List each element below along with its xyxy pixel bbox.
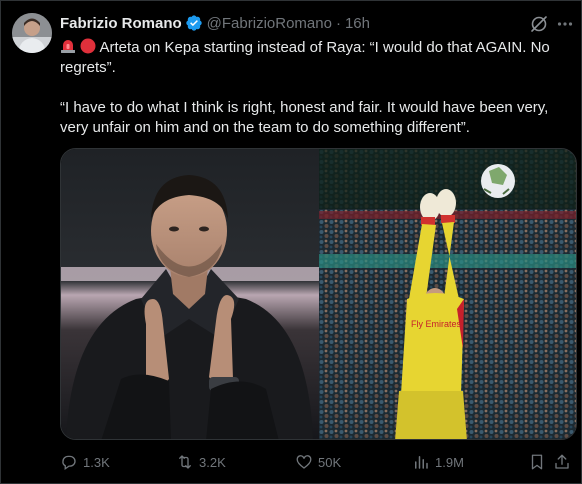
- share-icon: [555, 454, 569, 469]
- avatar[interactable]: [12, 13, 52, 53]
- media-image-arteta[interactable]: [61, 149, 319, 439]
- repost-button[interactable]: 3.2K: [176, 451, 226, 473]
- tweet-actions: 1.3K 3.2K 50K 1.9M: [1, 451, 582, 473]
- author-handle[interactable]: @FabrizioRomano: [207, 15, 332, 32]
- repost-icon: [179, 455, 191, 469]
- siren-icon: [60, 38, 76, 54]
- repost-count: 3.2K: [199, 454, 226, 470]
- reply-icon: [62, 455, 76, 471]
- more-icon[interactable]: [554, 13, 576, 35]
- bookmark-button[interactable]: [528, 451, 551, 473]
- views-icon: [415, 456, 428, 469]
- like-icon: [296, 455, 312, 469]
- verified-badge-icon: [185, 14, 203, 32]
- views-button[interactable]: 1.9M: [412, 451, 464, 473]
- grok-icon[interactable]: [529, 14, 549, 34]
- media-image-goalkeeper[interactable]: Fly Emirates: [319, 149, 576, 439]
- stop-sign-icon: [80, 38, 96, 54]
- bookmark-icon: [531, 454, 543, 470]
- separator-dot: ·: [335, 14, 341, 32]
- tweet-text-line-1: Arteta on Kepa starting instead of Raya:…: [60, 39, 550, 76]
- share-button[interactable]: [553, 451, 576, 473]
- tweet-header: Fabrizio Romano @FabrizioRomano · 16h: [60, 13, 370, 33]
- like-button[interactable]: 50K: [295, 451, 341, 473]
- timestamp[interactable]: 16h: [345, 15, 370, 32]
- tweet-text-line-2: “I have to do what I think is right, hon…: [60, 99, 549, 136]
- media-grid: Fly Emirates: [60, 148, 577, 440]
- tweet-text: Arteta on Kepa starting instead of Raya:…: [60, 38, 570, 138]
- tweet-card[interactable]: Fabrizio Romano @FabrizioRomano · 16h Ar…: [0, 0, 582, 484]
- like-count: 50K: [318, 454, 342, 470]
- reply-count: 1.3K: [83, 454, 110, 470]
- author-name[interactable]: Fabrizio Romano: [60, 15, 182, 32]
- reply-button[interactable]: 1.3K: [60, 451, 110, 473]
- jersey-sponsor-text: Fly Emirates: [411, 319, 462, 329]
- views-count: 1.9M: [435, 454, 464, 470]
